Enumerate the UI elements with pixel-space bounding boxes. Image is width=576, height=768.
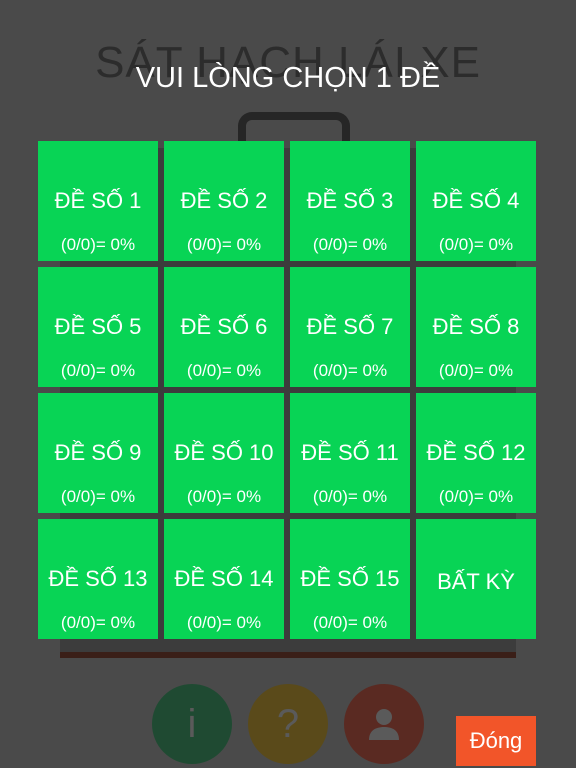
exam-score: (0/0)= 0% [438, 361, 514, 380]
exam-score: (0/0)= 0% [60, 487, 136, 506]
exam-score: (0/0)= 0% [438, 235, 514, 254]
exam-name: ĐỀ SỐ 5 [54, 314, 142, 339]
exam-tile-14[interactable]: ĐỀ SỐ 14 (0/0)= 0% [164, 519, 284, 639]
exam-score: (0/0)= 0% [312, 235, 388, 254]
exam-tile-9[interactable]: ĐỀ SỐ 9 (0/0)= 0% [38, 393, 158, 513]
exam-score: (0/0)= 0% [312, 487, 388, 506]
exam-tile-10[interactable]: ĐỀ SỐ 10 (0/0)= 0% [164, 393, 284, 513]
user-icon-svg [369, 709, 399, 740]
exam-name: ĐỀ SỐ 14 [174, 566, 274, 591]
exam-name: ĐỀ SỐ 6 [180, 314, 268, 339]
exam-tile-12[interactable]: ĐỀ SỐ 12 (0/0)= 0% [416, 393, 536, 513]
random-exam-tile[interactable]: BẤT KỲ [416, 519, 536, 639]
help-icon: ? [248, 684, 328, 764]
exam-name: ĐỀ SỐ 12 [426, 440, 526, 465]
exam-name: ĐỀ SỐ 10 [174, 440, 274, 465]
exam-name: ĐỀ SỐ 3 [306, 188, 394, 213]
exam-score: (0/0)= 0% [438, 487, 514, 506]
exam-tile-8[interactable]: ĐỀ SỐ 8 (0/0)= 0% [416, 267, 536, 387]
exam-name: ĐỀ SỐ 15 [300, 566, 400, 591]
close-button[interactable]: Đóng [456, 716, 536, 766]
exam-score: (0/0)= 0% [186, 613, 262, 632]
exam-tile-13[interactable]: ĐỀ SỐ 13 (0/0)= 0% [38, 519, 158, 639]
exam-name: ĐỀ SỐ 2 [180, 188, 268, 213]
exam-name: ĐỀ SỐ 4 [432, 188, 520, 213]
exam-score: (0/0)= 0% [186, 487, 262, 506]
exam-name: ĐỀ SỐ 7 [306, 314, 394, 339]
info-icon-glyph: i [187, 701, 197, 746]
user-icon [344, 684, 424, 764]
exam-score: (0/0)= 0% [60, 361, 136, 380]
exam-tile-5[interactable]: ĐỀ SỐ 5 (0/0)= 0% [38, 267, 158, 387]
exam-score: (0/0)= 0% [186, 361, 262, 380]
exam-name: ĐỀ SỐ 1 [54, 188, 142, 213]
exam-score: (0/0)= 0% [186, 235, 262, 254]
exam-tile-3[interactable]: ĐỀ SỐ 3 (0/0)= 0% [290, 141, 410, 261]
exam-tile-7[interactable]: ĐỀ SỐ 7 (0/0)= 0% [290, 267, 410, 387]
exam-score: (0/0)= 0% [60, 613, 136, 632]
exam-score: (0/0)= 0% [312, 361, 388, 380]
exam-tile-15[interactable]: ĐỀ SỐ 15 (0/0)= 0% [290, 519, 410, 639]
exam-score: (0/0)= 0% [60, 235, 136, 254]
exam-name: ĐỀ SỐ 8 [432, 314, 520, 339]
exam-tile-1[interactable]: ĐỀ SỐ 1 (0/0)= 0% [38, 141, 158, 261]
exam-name: ĐỀ SỐ 11 [301, 440, 399, 465]
exam-tile-4[interactable]: ĐỀ SỐ 4 (0/0)= 0% [416, 141, 536, 261]
exam-score: (0/0)= 0% [312, 613, 388, 632]
exam-name: ĐỀ SỐ 9 [54, 440, 142, 465]
random-exam-label: BẤT KỲ [437, 569, 515, 594]
exam-tile-6[interactable]: ĐỀ SỐ 6 (0/0)= 0% [164, 267, 284, 387]
exam-tile-2[interactable]: ĐỀ SỐ 2 (0/0)= 0% [164, 141, 284, 261]
exam-tile-11[interactable]: ĐỀ SỐ 11 (0/0)= 0% [290, 393, 410, 513]
exam-name: ĐỀ SỐ 13 [48, 566, 148, 591]
help-icon-glyph: ? [276, 701, 300, 746]
modal-title: VUI LÒNG CHỌN 1 ĐỀ [135, 62, 441, 94]
info-icon: i [152, 684, 232, 764]
exam-grid: ĐỀ SỐ 1 (0/0)= 0% ĐỀ SỐ 2 (0/0)= 0% ĐỀ S… [38, 141, 536, 639]
